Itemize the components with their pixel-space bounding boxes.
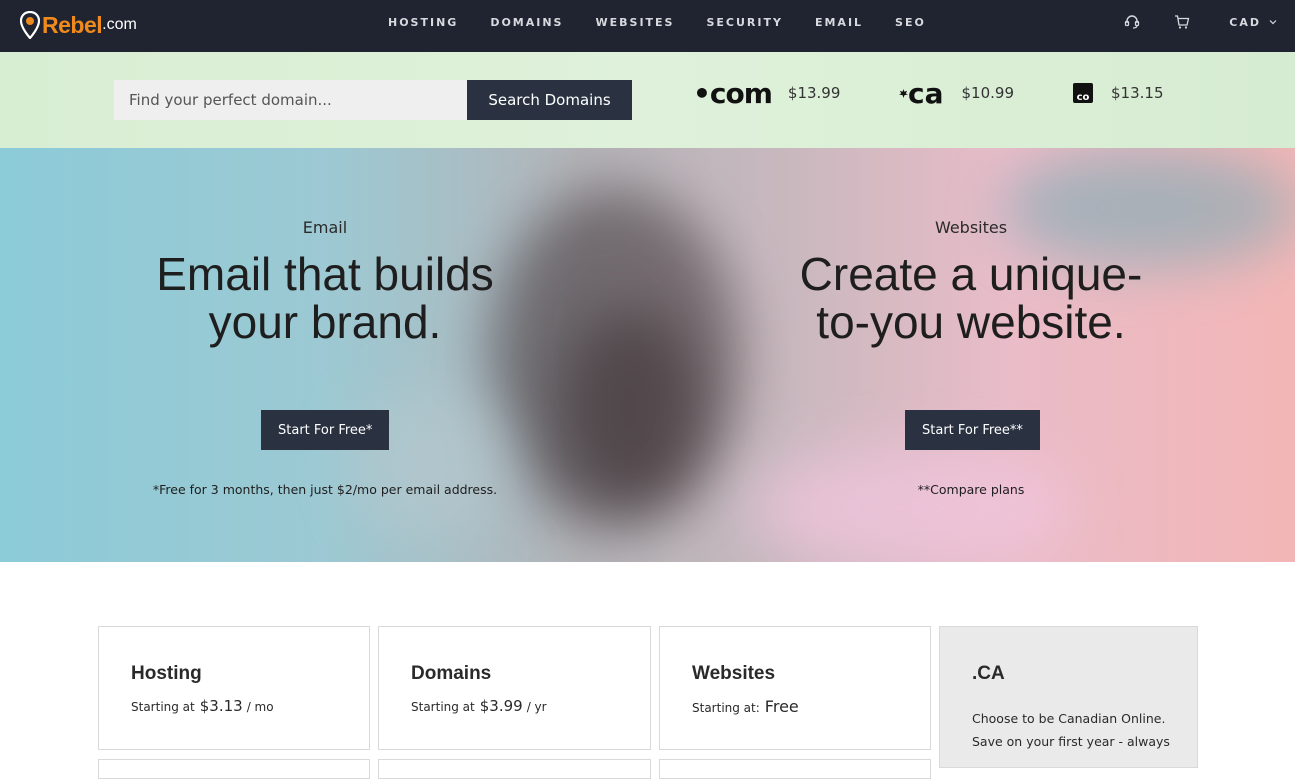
websites-headline-line1: Create a unique-	[799, 248, 1143, 300]
nav-seo[interactable]: SEO	[895, 16, 926, 29]
ca-domain-card[interactable]: .CA Choose to be Canadian Online. Save o…	[939, 626, 1198, 768]
price-unit: / mo	[246, 700, 274, 714]
logo-wordmark: Rebel	[42, 11, 103, 38]
websites-headline-line2: to-you website.	[816, 296, 1126, 348]
card-description-line2: Save on your first year - always	[972, 734, 1170, 749]
cart-icon[interactable]	[1174, 14, 1190, 30]
hosting-card[interactable]: Hosting Starting at $3.13 / mo	[98, 626, 370, 750]
websites-eyebrow: Websites	[934, 218, 1008, 237]
price-label: Starting at:	[692, 701, 760, 715]
rebel-logo[interactable]: Rebel .com	[20, 10, 137, 40]
maple-leaf-icon	[899, 88, 908, 98]
hero-banner: Email Email that builds your brand. Star…	[0, 148, 1295, 562]
price-value: Free	[764, 697, 799, 716]
support-headset-icon[interactable]	[1124, 14, 1140, 30]
currency-label: CAD	[1229, 15, 1261, 29]
top-navbar: Rebel .com HOSTING DOMAINS WEBSITES SECU…	[0, 0, 1295, 52]
card-title: Websites	[692, 663, 776, 684]
tld-co-offer[interactable]: co $13.15	[1073, 78, 1164, 108]
ca-logo: ca	[899, 77, 944, 110]
domains-card[interactable]: Domains Starting at $3.99 / yr	[378, 626, 651, 750]
com-price: $13.99	[787, 84, 841, 102]
price-unit: / yr	[526, 700, 547, 714]
card-title: .CA	[972, 663, 1005, 684]
card-title: Domains	[411, 663, 492, 684]
ca-price: $10.99	[961, 84, 1015, 102]
next-row-card[interactable]	[378, 759, 651, 779]
email-headline: Email that builds your brand.	[65, 250, 585, 346]
card-price: Starting at $3.99 / yr	[411, 697, 547, 715]
price-label: Starting at	[131, 700, 195, 714]
websites-card[interactable]: Websites Starting at: Free	[659, 626, 931, 750]
websites-compare-plans-link[interactable]: **Compare plans	[711, 482, 1231, 497]
currency-selector[interactable]: CAD	[1229, 16, 1277, 29]
nav-websites[interactable]: WEBSITES	[595, 16, 674, 29]
card-price: Starting at: Free	[692, 697, 799, 716]
card-description: Choose to be Canadian Online. Save on yo…	[972, 707, 1172, 753]
main-nav: HOSTING DOMAINS WEBSITES SECURITY EMAIL …	[372, 0, 942, 44]
email-start-free-button[interactable]: Start For Free*	[261, 410, 390, 450]
chevron-down-icon	[1269, 20, 1277, 25]
next-row-card[interactable]	[98, 759, 370, 779]
price-label: Starting at	[411, 700, 475, 714]
card-description-line1: Choose to be Canadian Online.	[972, 711, 1166, 726]
com-logo: •com	[693, 76, 773, 110]
price-value: $3.13	[199, 697, 243, 715]
co-price: $13.15	[1111, 84, 1164, 102]
card-title: Hosting	[131, 663, 202, 684]
domain-search-band: Search Domains •com $13.99 ca $10.99 co …	[0, 52, 1295, 148]
nav-email[interactable]: EMAIL	[815, 16, 863, 29]
websites-headline: Create a unique- to-you website.	[711, 250, 1231, 346]
nav-utilities: CAD	[1107, 0, 1295, 44]
co-logo: co	[1073, 83, 1093, 103]
email-headline-line2: your brand.	[208, 296, 442, 348]
nav-hosting[interactable]: HOSTING	[388, 16, 458, 29]
tld-com-offer[interactable]: •com $13.99	[693, 76, 841, 110]
hero-pink-blob	[750, 448, 1070, 562]
card-price: Starting at $3.13 / mo	[131, 697, 274, 715]
logo-pin-icon	[20, 11, 40, 39]
email-eyebrow: Email	[302, 218, 348, 237]
ca-logo-text: ca	[908, 76, 944, 110]
tld-ca-offer[interactable]: ca $10.99	[899, 77, 1015, 110]
logo-domain-suffix: .com	[102, 16, 137, 33]
search-domains-button[interactable]: Search Domains	[467, 80, 632, 120]
price-value: $3.99	[479, 697, 523, 715]
next-row-card[interactable]	[659, 759, 931, 779]
email-headline-line1: Email that builds	[156, 248, 494, 300]
nav-security[interactable]: SECURITY	[706, 16, 782, 29]
email-footnote: *Free for 3 months, then just $2/mo per …	[152, 482, 498, 497]
nav-domains[interactable]: DOMAINS	[490, 16, 563, 29]
websites-start-free-button[interactable]: Start For Free**	[905, 410, 1040, 450]
domain-search-input[interactable]	[114, 80, 467, 120]
